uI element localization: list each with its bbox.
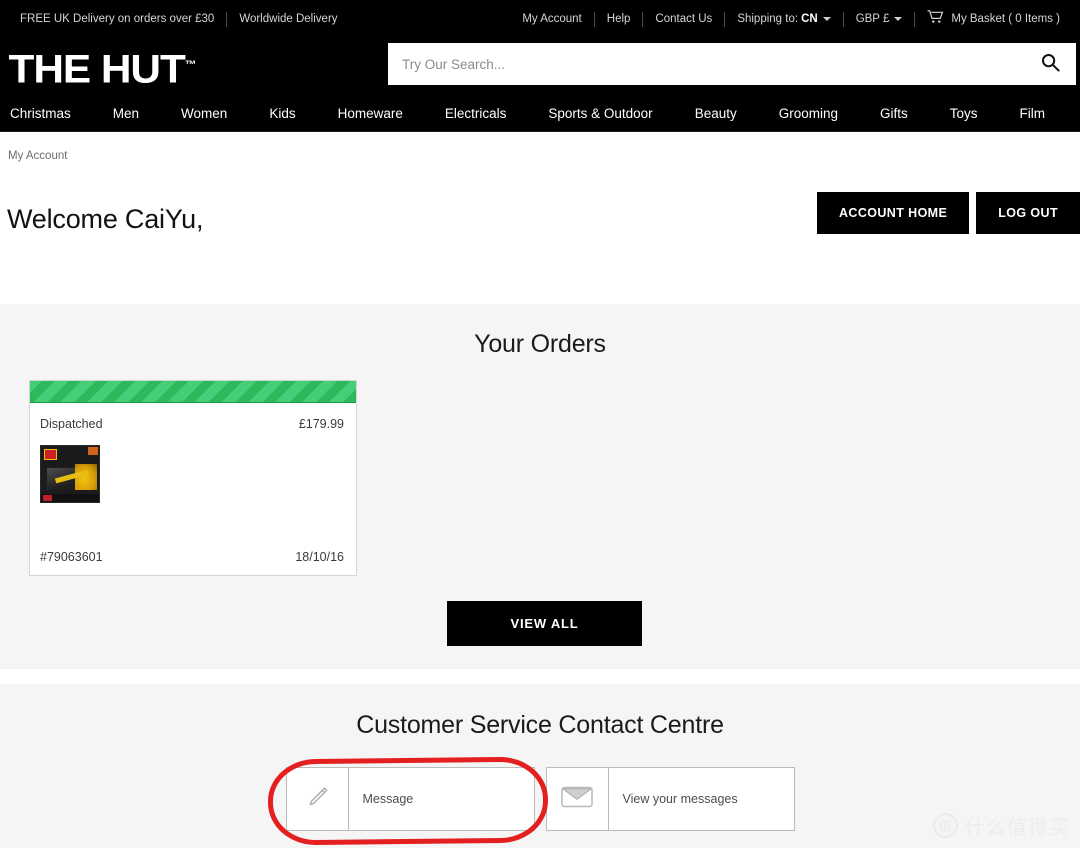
nav-item-grooming[interactable]: Grooming bbox=[779, 96, 838, 132]
page-root: FREE UK Delivery on orders over £30 Worl… bbox=[0, 0, 1080, 848]
promo-worldwide-delivery: Worldwide Delivery bbox=[239, 13, 338, 25]
thumb-shape-orange bbox=[88, 447, 98, 455]
customer-service-tiles: Message View your messages bbox=[0, 767, 1080, 831]
nav-item-women[interactable]: Women bbox=[181, 96, 227, 132]
envelope-icon-cell bbox=[547, 768, 609, 830]
nav-item-kids[interactable]: Kids bbox=[269, 96, 295, 132]
search-input[interactable] bbox=[388, 56, 1024, 72]
basket-link[interactable]: My Basket ( 0 Items ) bbox=[915, 10, 1072, 28]
nav-item-christmas[interactable]: Christmas bbox=[10, 96, 71, 132]
nav-item-sports-outdoor[interactable]: Sports & Outdoor bbox=[548, 96, 652, 132]
message-tile[interactable]: Message bbox=[285, 767, 535, 831]
basket-label: My Basket ( 0 Items ) bbox=[951, 13, 1060, 25]
breadcrumb-item-my-account[interactable]: My Account bbox=[8, 150, 67, 162]
search-icon bbox=[1041, 53, 1060, 75]
pencil-icon bbox=[304, 784, 330, 815]
message-tile-label: Message bbox=[362, 792, 414, 806]
utility-bar: FREE UK Delivery on orders over £30 Worl… bbox=[0, 0, 1080, 38]
view-messages-tile-label: View your messages bbox=[622, 792, 738, 806]
search-button[interactable] bbox=[1024, 43, 1076, 85]
envelope-icon bbox=[561, 785, 593, 814]
shipping-country-selector[interactable]: Shipping to: CN bbox=[725, 12, 842, 26]
customer-service-title: Customer Service Contact Centre bbox=[356, 711, 724, 739]
nav-item-homeware[interactable]: Homeware bbox=[338, 96, 403, 132]
nav-item-film[interactable]: Film bbox=[1020, 96, 1046, 132]
account-header: Welcome CaiYu, ACCOUNT HOME LOG OUT bbox=[0, 184, 1080, 254]
thumb-shape-footer-red bbox=[43, 495, 52, 501]
utility-links: My Account Help Contact Us Shipping to: … bbox=[510, 10, 1080, 28]
order-date: 18/10/16 bbox=[295, 550, 344, 564]
promo-free-delivery: FREE UK Delivery on orders over £30 bbox=[20, 13, 215, 25]
order-product-thumbnail[interactable] bbox=[40, 445, 100, 503]
order-meta-row: #79063601 18/10/16 bbox=[30, 550, 356, 575]
pencil-icon-cell bbox=[287, 768, 349, 830]
watermark: 值 什么值得买 bbox=[933, 811, 1070, 840]
log-out-button[interactable]: LOG OUT bbox=[976, 192, 1080, 234]
nav-item-men[interactable]: Men bbox=[113, 96, 139, 132]
lego-brand-icon bbox=[44, 449, 57, 460]
breadcrumb: My Account bbox=[0, 132, 1080, 162]
logo-text: THE HUT bbox=[8, 47, 185, 92]
thumb-shape-footer bbox=[41, 494, 99, 502]
watermark-logo-icon: 值 bbox=[933, 813, 958, 838]
view-all-orders-button[interactable]: VIEW ALL bbox=[447, 601, 642, 646]
order-card[interactable]: Dispatched £179.99 #79063601 18/10/16 bbox=[29, 380, 357, 576]
main-navigation: Christmas Men Women Kids Homeware Electr… bbox=[0, 96, 1080, 132]
watermark-text: 什么值得买 bbox=[965, 815, 1070, 839]
orders-section: Your Orders Dispatched £179.99 #79063601… bbox=[0, 304, 1080, 669]
order-status-stripe bbox=[30, 381, 356, 403]
shipping-country-value: CN bbox=[801, 13, 818, 25]
site-logo[interactable]: THE HUT™ bbox=[0, 45, 196, 89]
chevron-down-icon bbox=[822, 17, 831, 21]
account-home-button[interactable]: ACCOUNT HOME bbox=[816, 192, 970, 234]
orders-section-title: Your Orders bbox=[474, 330, 606, 358]
page-title: Welcome CaiYu, bbox=[7, 203, 204, 234]
nav-item-beauty[interactable]: Beauty bbox=[695, 96, 737, 132]
account-actions: ACCOUNT HOME LOG OUT bbox=[816, 192, 1080, 234]
chevron-down-icon bbox=[894, 17, 903, 21]
view-messages-tile[interactable]: View your messages bbox=[545, 767, 795, 831]
nav-item-electricals[interactable]: Electricals bbox=[445, 96, 507, 132]
shopping-cart-icon bbox=[927, 10, 944, 28]
currency-value: GBP £ bbox=[855, 13, 890, 25]
order-number: #79063601 bbox=[40, 550, 103, 564]
order-status: Dispatched bbox=[40, 417, 103, 431]
shipping-label: Shipping to: bbox=[737, 13, 799, 25]
promo-group: FREE UK Delivery on orders over £30 Worl… bbox=[0, 11, 350, 27]
link-my-account[interactable]: My Account bbox=[510, 12, 593, 26]
order-price: £179.99 bbox=[298, 417, 344, 431]
link-contact-us[interactable]: Contact Us bbox=[643, 12, 724, 26]
currency-selector[interactable]: GBP £ bbox=[844, 12, 915, 26]
nav-item-toys[interactable]: Toys bbox=[950, 96, 978, 132]
order-summary-row: Dispatched £179.99 bbox=[30, 403, 356, 431]
trademark-symbol: ™ bbox=[184, 58, 197, 71]
nav-item-gifts[interactable]: Gifts bbox=[880, 96, 908, 132]
search-bar[interactable] bbox=[388, 43, 1076, 85]
link-help[interactable]: Help bbox=[595, 12, 643, 26]
